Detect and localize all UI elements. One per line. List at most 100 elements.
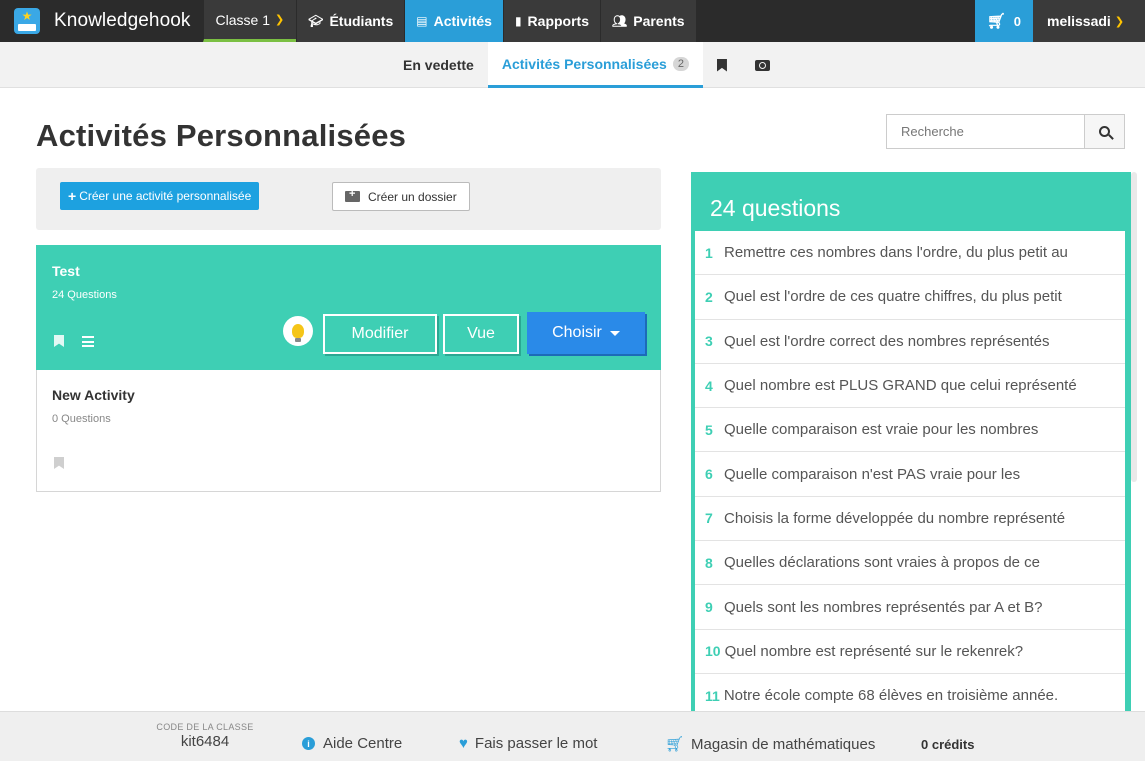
tab-custom-activities[interactable]: Activités Personnalisées 2: [487, 42, 703, 88]
question-text: Quelle comparaison n'est PAS vraie pour …: [724, 465, 1021, 483]
question-text: Quel est l'ordre correct des nombres rep…: [724, 332, 1050, 350]
nav-activities[interactable]: ▤ Activités: [404, 0, 503, 42]
user-menu[interactable]: melissadi ❯: [1033, 0, 1145, 42]
shopping-cart-icon: 🛒︎: [665, 736, 685, 753]
question-text: Quelles déclarations sont vraies à propo…: [724, 554, 1041, 572]
chevron-down-icon: ❯: [1114, 15, 1125, 28]
class-code-label: CODE DE LA CLASSE: [156, 722, 254, 732]
page-title: Activités Personnalisées: [36, 118, 407, 153]
question-number: 7: [705, 510, 713, 527]
nav-spacer: [695, 0, 975, 42]
questions-panel: 24 questions 1 Remettre ces nombres dans …: [691, 172, 1131, 712]
nav-reports-label: Rapports: [527, 13, 589, 29]
class-selector-label: Classe 1: [215, 11, 270, 28]
folder-plus-icon: [345, 188, 360, 202]
shopping-cart-icon: 🛒︎: [986, 13, 1006, 30]
question-number: 8: [705, 554, 713, 571]
question-item[interactable]: 5 Quelle comparaison est vraie pour les n…: [695, 408, 1125, 453]
search-icon: [1099, 126, 1110, 137]
create-activity-label: Créer une activité personnalisée: [79, 189, 252, 203]
question-number: 6: [705, 466, 713, 483]
question-number: 4: [705, 377, 713, 394]
cart-count: 0: [1013, 13, 1021, 29]
book-icon: ▤: [416, 14, 428, 28]
search-button[interactable]: [1084, 114, 1125, 149]
create-folder-label: Créer un dossier: [368, 189, 457, 204]
knowledgehook-logo-icon: ★: [14, 8, 40, 34]
tab-featured-label: En vedette: [403, 57, 474, 73]
lightbulb-icon[interactable]: [283, 316, 313, 346]
search-input[interactable]: [886, 114, 1084, 149]
view-button[interactable]: Vue: [443, 314, 519, 354]
nav-reports[interactable]: ▮ Rapports: [502, 0, 600, 42]
question-number: 5: [705, 421, 713, 438]
math-store-link[interactable]: 🛒︎ Magasin de mathématiques: [665, 735, 876, 754]
question-item[interactable]: 6 Quelle comparaison n'est PAS vraie pour…: [695, 452, 1125, 497]
username: melissadi: [1047, 13, 1111, 29]
list-menu-icon[interactable]: [82, 336, 94, 347]
caret-down-icon: [609, 330, 620, 336]
activity-question-count: 24 Questions: [52, 289, 117, 301]
question-text: Notre école compte 68 élèves en troisièm…: [723, 687, 1059, 705]
page-scrollbar[interactable]: [1131, 172, 1137, 482]
bookmark-icon[interactable]: [54, 335, 64, 347]
create-folder-button[interactable]: Créer un dossier: [332, 182, 470, 211]
bar-chart-icon: ▮: [514, 14, 522, 28]
nav-parents-label: Parents: [633, 13, 685, 29]
share-link[interactable]: ♥ Fais passer le mot: [459, 735, 597, 752]
credits-count: 0 crédits: [921, 737, 975, 752]
activity-card-new-activity[interactable]: New Activity 0 Questions: [36, 370, 661, 492]
class-code-value: kit6484: [180, 733, 230, 750]
question-text: Quel nombre est PLUS GRAND que celui rep…: [724, 377, 1077, 395]
question-item[interactable]: 4 Quel nombre est PLUS GRAND que celui re…: [695, 364, 1125, 409]
activity-card-test[interactable]: Test 24 Questions Modifier Vue Choisir: [36, 245, 661, 370]
question-text: Choisis la forme développée du nombre re…: [724, 509, 1066, 527]
activity-question-count: 0 Questions: [52, 413, 111, 425]
nav-parents[interactable]: 👥︎ Parents: [600, 0, 696, 42]
sub-navbar: En vedette Activités Personnalisées 2: [0, 42, 1145, 88]
question-number: 11: [705, 687, 720, 704]
nav-activities-label: Activités: [433, 13, 492, 29]
tab-camera[interactable]: [741, 42, 784, 88]
question-text: Quelle comparaison est vraie pour les no…: [724, 421, 1039, 439]
custom-count-badge: 2: [672, 56, 689, 71]
question-item[interactable]: 7 Choisis la forme développée du nombre r…: [695, 497, 1125, 542]
question-text: Quel nombre est représenté sur le rekenr…: [724, 642, 1024, 660]
question-item[interactable]: 11 Notre école compte 68 élèves en troisi…: [695, 674, 1125, 712]
question-list: 1 Remettre ces nombres dans l'ordre, du p…: [695, 231, 1125, 712]
edit-button[interactable]: Modifier: [323, 314, 437, 354]
chevron-down-icon: ❯: [275, 14, 285, 26]
question-item[interactable]: 2 Quel est l'ordre de ces quatre chiffres…: [695, 275, 1125, 320]
math-store-label: Magasin de mathématiques: [691, 735, 876, 753]
questions-panel-header: 24 questions: [710, 195, 841, 221]
tab-custom-activities-label: Activités Personnalisées: [501, 55, 667, 72]
info-icon: i: [302, 737, 315, 750]
tab-bookmarks[interactable]: [703, 42, 741, 88]
question-item[interactable]: 1 Remettre ces nombres dans l'ordre, du p…: [695, 231, 1125, 276]
question-number: 1: [705, 244, 713, 261]
tab-featured[interactable]: En vedette: [389, 42, 488, 88]
help-center-label: Aide Centre: [323, 735, 403, 752]
question-text: Quel est l'ordre de ces quatre chiffres,…: [724, 288, 1062, 306]
question-item[interactable]: 3 Quel est l'ordre correct des nombres re…: [695, 320, 1125, 364]
help-center-link[interactable]: i Aide Centre: [302, 735, 402, 752]
choose-button[interactable]: Choisir: [527, 312, 645, 354]
brand[interactable]: ★ Knowledgehook: [0, 0, 203, 42]
nav-students-label: Étudiants: [329, 13, 394, 29]
question-item[interactable]: 9 Quels sont les nombres représentés par …: [695, 585, 1125, 630]
nav-students[interactable]: 🎓︎ Étudiants: [296, 0, 405, 42]
class-selector[interactable]: Classe 1 ❯: [202, 0, 297, 42]
bookmark-icon[interactable]: [54, 457, 64, 469]
cart-button[interactable]: 🛒︎ 0: [974, 0, 1033, 42]
plus-icon: +: [68, 188, 77, 204]
create-activity-button[interactable]: + Créer une activité personnalisée: [60, 182, 260, 210]
question-number: 2: [705, 288, 713, 305]
bookmark-icon: [716, 58, 727, 72]
brand-name: Knowledgehook: [54, 10, 191, 31]
question-number: 10: [705, 643, 721, 660]
users-icon: 👥︎: [612, 14, 628, 28]
question-item[interactable]: 10 Quel nombre est représenté sur le reke…: [695, 630, 1125, 674]
activity-toolbar: + Créer une activité personnalisée Créer…: [36, 168, 661, 230]
question-text: Quels sont les nombres représentés par A…: [724, 598, 1043, 616]
question-item[interactable]: 8 Quelles déclarations sont vraies à prop…: [695, 541, 1125, 586]
